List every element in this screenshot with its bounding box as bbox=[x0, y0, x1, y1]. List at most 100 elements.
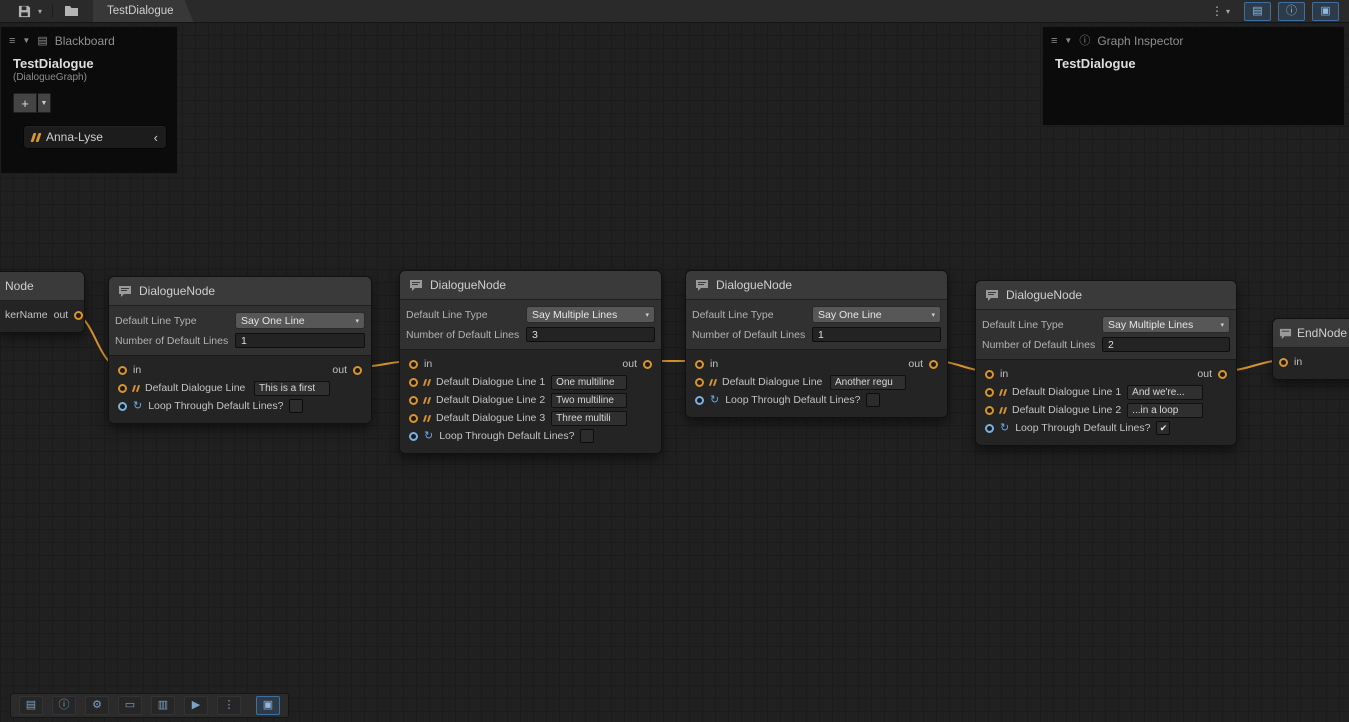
string-port[interactable] bbox=[409, 396, 418, 405]
loop-checkbox[interactable] bbox=[289, 399, 303, 413]
dialogue-line-field[interactable]: Two multiline bbox=[551, 393, 627, 408]
line-count-field[interactable]: 1 bbox=[235, 333, 365, 348]
line-count-field[interactable]: 1 bbox=[812, 327, 941, 342]
loop-label: Loop Through Default Lines? bbox=[1015, 422, 1150, 434]
node-end[interactable]: EndNode in bbox=[1272, 318, 1349, 380]
output-port[interactable] bbox=[353, 366, 362, 375]
blackboard-property-anna-lyse[interactable]: Anna-Lyse ‹ bbox=[23, 125, 167, 149]
output-port[interactable] bbox=[74, 311, 83, 320]
loop-checkbox[interactable] bbox=[580, 429, 594, 443]
string-port[interactable] bbox=[118, 384, 127, 393]
quote-icon bbox=[1000, 389, 1006, 396]
string-port[interactable] bbox=[409, 378, 418, 387]
blackboard-button-icon[interactable]: ▤ bbox=[19, 696, 43, 715]
tools-button-icon[interactable]: ⚙ bbox=[85, 696, 109, 715]
dialogue-line-field[interactable]: Three multili bbox=[551, 411, 627, 426]
node-title-bar[interactable]: EndNode bbox=[1273, 319, 1349, 348]
chevron-left-icon[interactable]: ‹ bbox=[154, 130, 158, 145]
inspector-toggle-icon[interactable]: ⓘ bbox=[1278, 2, 1305, 21]
string-port[interactable] bbox=[985, 406, 994, 415]
loop-label: Loop Through Default Lines? bbox=[148, 400, 283, 412]
loop-label: Loop Through Default Lines? bbox=[439, 430, 574, 442]
blackboard-panel: ≡ ▼ ▤ Blackboard TestDialogue (DialogueG… bbox=[0, 26, 178, 174]
graph-editor-window: Node kerName out DialogueNode Default Li… bbox=[0, 0, 1349, 722]
line-count-field[interactable]: 2 bbox=[1102, 337, 1230, 352]
input-port[interactable] bbox=[985, 370, 994, 379]
add-property-dropdown-icon[interactable]: ▼ bbox=[38, 93, 51, 113]
line-type-value: Say One Line bbox=[818, 309, 882, 321]
node-dialogue-4[interactable]: DialogueNode Default Line Type Say Multi… bbox=[975, 280, 1237, 446]
line-type-label: Default Line Type bbox=[406, 309, 526, 321]
dialogue-line-field[interactable]: Another regu bbox=[830, 375, 906, 390]
play-preview-button-icon[interactable]: ▶ bbox=[184, 696, 208, 715]
dialogue-line-field[interactable]: One multiline bbox=[551, 375, 627, 390]
window-button-icon[interactable]: ▭ bbox=[118, 696, 142, 715]
node-dialogue-3[interactable]: DialogueNode Default Line Type Say One L… bbox=[685, 270, 948, 418]
more-options-icon[interactable]: ⋮ bbox=[217, 696, 241, 715]
drag-handle-icon[interactable]: ≡ bbox=[9, 36, 15, 47]
output-port[interactable] bbox=[1218, 370, 1227, 379]
input-port[interactable] bbox=[1279, 358, 1288, 367]
blackboard-toggle-icon[interactable]: ▤ bbox=[1244, 2, 1271, 21]
dropdown-caret-icon: ▾ bbox=[645, 311, 649, 319]
dialogue-line-label: Default Dialogue Line bbox=[722, 376, 822, 388]
node-dialogue-2[interactable]: DialogueNode Default Line Type Say Multi… bbox=[399, 270, 662, 454]
blackboard-graph-title: TestDialogue bbox=[1, 52, 177, 71]
dialogue-line-field[interactable]: And we're... bbox=[1127, 385, 1203, 400]
bool-port[interactable] bbox=[985, 424, 994, 433]
node-title-bar[interactable]: DialogueNode bbox=[109, 277, 371, 306]
loop-checkbox[interactable] bbox=[866, 393, 880, 407]
node-title-bar[interactable]: Node bbox=[0, 272, 84, 301]
inspector-button-icon[interactable]: ⓘ bbox=[52, 696, 76, 715]
bool-port[interactable] bbox=[409, 432, 418, 441]
line-type-label: Default Line Type bbox=[115, 315, 235, 327]
graph-tab-label: TestDialogue bbox=[107, 5, 173, 17]
node-title-bar[interactable]: DialogueNode bbox=[686, 271, 947, 300]
node-speaker-partial[interactable]: Node kerName out bbox=[0, 271, 85, 333]
collapse-icon[interactable]: ▼ bbox=[1064, 37, 1072, 45]
string-port[interactable] bbox=[695, 378, 704, 387]
line-count-field[interactable]: 3 bbox=[526, 327, 655, 342]
output-port[interactable] bbox=[643, 360, 652, 369]
minimap-toggle-icon[interactable]: ▣ bbox=[1312, 2, 1339, 21]
input-port[interactable] bbox=[118, 366, 127, 375]
line-type-dropdown[interactable]: Say One Line ▾ bbox=[235, 312, 365, 329]
in-port-label: in bbox=[424, 358, 432, 370]
dialogue-line-field[interactable]: This is a first bbox=[254, 381, 330, 396]
dialogue-line-field[interactable]: ...in a loop bbox=[1127, 403, 1203, 418]
line-type-dropdown[interactable]: Say Multiple Lines ▾ bbox=[1102, 316, 1230, 333]
bool-port[interactable] bbox=[118, 402, 127, 411]
output-port[interactable] bbox=[929, 360, 938, 369]
add-property-button[interactable]: + bbox=[13, 93, 37, 113]
overflow-menu-icon[interactable]: ⋮▾ bbox=[1207, 4, 1237, 18]
line-type-dropdown[interactable]: Say Multiple Lines ▾ bbox=[526, 306, 655, 323]
input-port[interactable] bbox=[409, 360, 418, 369]
drag-handle-icon[interactable]: ≡ bbox=[1051, 36, 1057, 47]
panels-button-icon[interactable]: ▥ bbox=[151, 696, 175, 715]
frame-button-icon[interactable]: ▣ bbox=[256, 696, 280, 715]
out-port-label: out bbox=[332, 364, 347, 376]
in-port-label: in bbox=[1000, 368, 1008, 380]
line-type-dropdown[interactable]: Say One Line ▾ bbox=[812, 306, 941, 323]
node-dialogue-1[interactable]: DialogueNode Default Line Type Say One L… bbox=[108, 276, 372, 424]
node-title-bar[interactable]: DialogueNode bbox=[400, 271, 661, 300]
loop-icon: ↻ bbox=[133, 401, 142, 412]
node-title-bar[interactable]: DialogueNode bbox=[976, 281, 1236, 310]
line-count-label: Number of Default Lines bbox=[115, 335, 235, 347]
input-port[interactable] bbox=[695, 360, 704, 369]
collapse-icon[interactable]: ▼ bbox=[22, 37, 30, 45]
open-folder-icon[interactable] bbox=[60, 2, 83, 20]
bool-port[interactable] bbox=[695, 396, 704, 405]
save-icon[interactable] bbox=[14, 2, 35, 20]
graph-tab[interactable]: TestDialogue bbox=[93, 0, 193, 22]
blackboard-header-label: Blackboard bbox=[55, 34, 115, 48]
string-port[interactable] bbox=[985, 388, 994, 397]
graph-inspector-panel: ≡ ▼ ⓘ Graph Inspector TestDialogue bbox=[1042, 26, 1345, 126]
save-dropdown-icon[interactable]: ▾ bbox=[35, 7, 45, 16]
node-title: EndNode bbox=[1297, 326, 1347, 340]
string-port[interactable] bbox=[409, 414, 418, 423]
in-port-label: in bbox=[133, 364, 141, 376]
loop-checkbox-checked[interactable]: ✔ bbox=[1156, 421, 1170, 435]
loop-icon: ↻ bbox=[1000, 423, 1009, 434]
toolbar-separator bbox=[52, 4, 53, 18]
